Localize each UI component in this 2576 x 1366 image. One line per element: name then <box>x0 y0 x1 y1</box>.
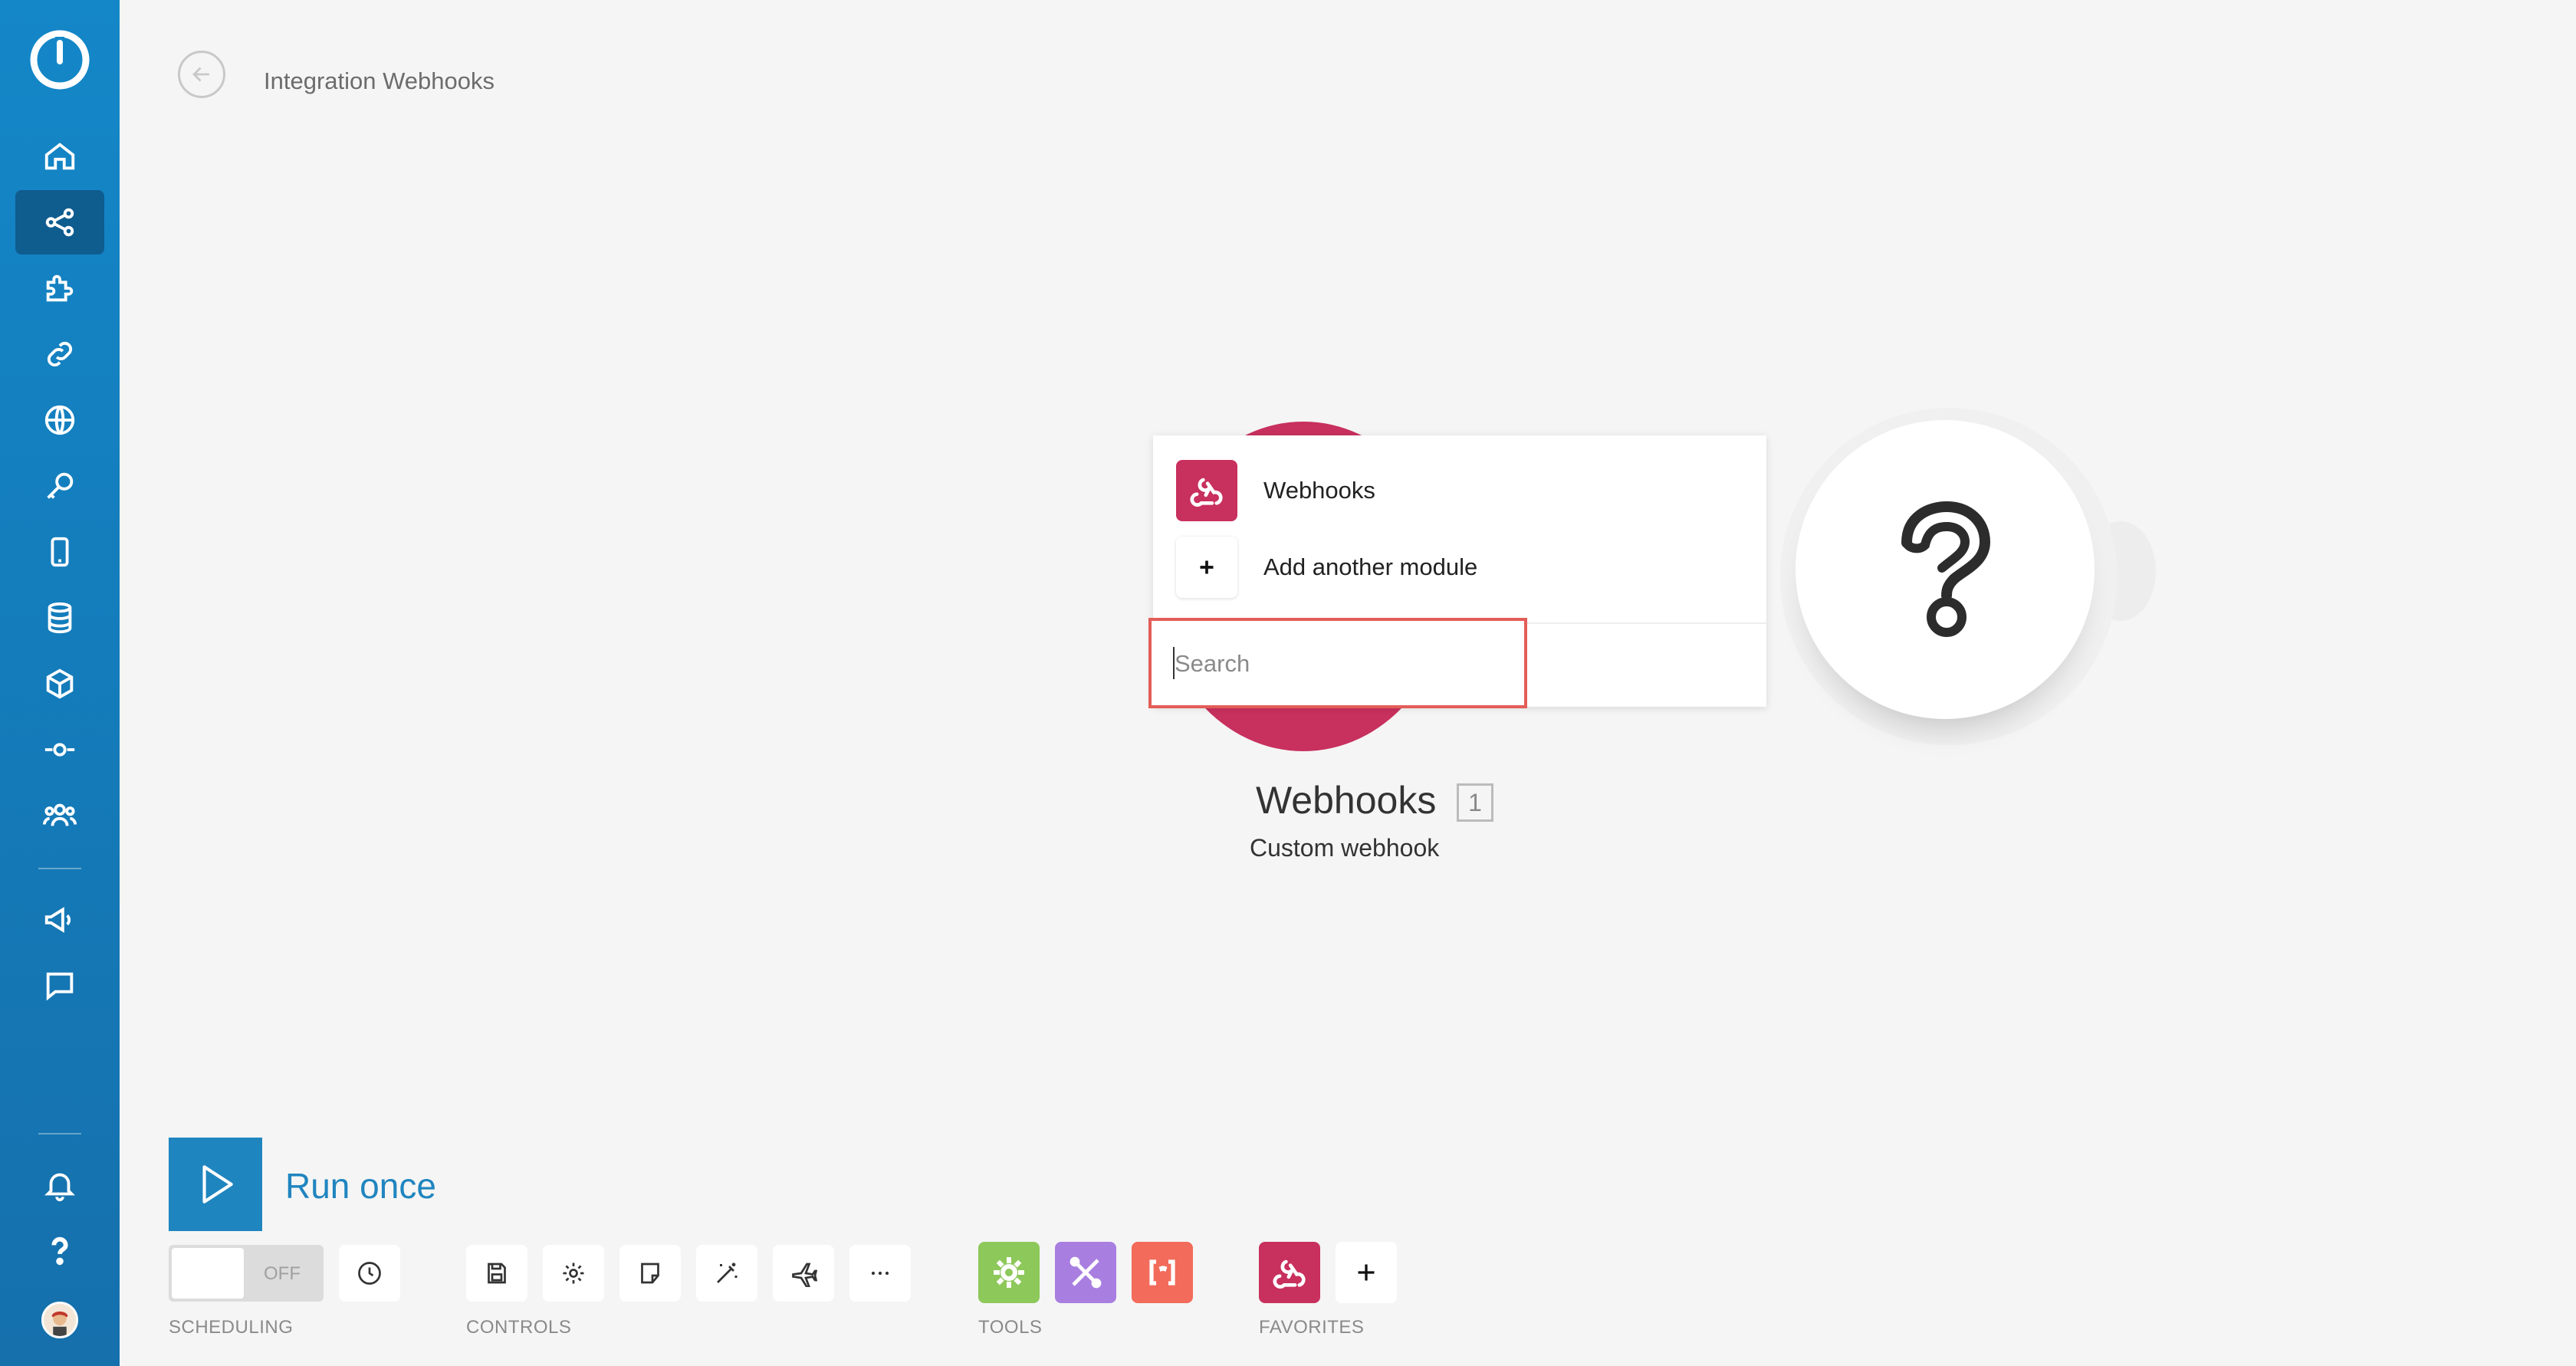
favorites-section-label: FAVORITES <box>1259 1317 1365 1338</box>
play-icon <box>202 1165 233 1203</box>
clock-icon <box>358 1262 381 1285</box>
toggle-state-label: OFF <box>264 1263 301 1284</box>
scheduling-section-label: SCHEDULING <box>169 1317 294 1338</box>
settings-button[interactable] <box>543 1245 604 1302</box>
puzzle-icon[interactable] <box>15 256 104 320</box>
database-icon[interactable] <box>15 586 104 650</box>
globe-icon[interactable] <box>15 388 104 452</box>
sidebar-divider <box>38 868 81 869</box>
gear-icon <box>994 1257 1024 1288</box>
popup-item-add-module[interactable]: Add another module <box>1176 537 1743 598</box>
auto-align-button[interactable] <box>696 1245 757 1302</box>
add-favorite-button[interactable] <box>1336 1242 1397 1303</box>
key-icon[interactable] <box>15 454 104 518</box>
save-button[interactable] <box>466 1245 527 1302</box>
ellipsis-icon <box>871 1271 889 1276</box>
brackets-icon <box>1149 1259 1175 1286</box>
chat-icon[interactable] <box>15 954 104 1018</box>
commit-node-icon[interactable] <box>15 717 104 782</box>
module-name: Webhooks <box>1256 779 1437 822</box>
question-mark-icon <box>1901 501 1991 637</box>
user-avatar[interactable] <box>41 1302 78 1338</box>
favorite-webhooks-button[interactable] <box>1259 1242 1320 1303</box>
sidebar <box>0 0 120 1366</box>
help-icon[interactable] <box>15 1219 104 1283</box>
scenarios-share-icon[interactable] <box>15 190 104 254</box>
cube-icon[interactable] <box>15 652 104 716</box>
tools-wrench-icon <box>1070 1256 1102 1289</box>
toggle-knob <box>172 1248 244 1299</box>
more-options-button[interactable] <box>849 1245 911 1302</box>
plus-icon <box>1176 537 1237 598</box>
make-logo-icon[interactable] <box>29 29 90 90</box>
tools-button[interactable] <box>1055 1242 1116 1303</box>
webhook-icon <box>1176 460 1237 521</box>
popup-item-label: Add another module <box>1263 553 1478 580</box>
mobile-device-icon[interactable] <box>15 520 104 584</box>
text-parser-button[interactable] <box>1132 1242 1193 1303</box>
module-count-badge: 1 <box>1457 783 1493 822</box>
notes-button[interactable] <box>619 1245 681 1302</box>
run-once-label[interactable]: Run once <box>285 1165 436 1207</box>
sidebar-divider <box>38 1133 81 1135</box>
bell-icon[interactable] <box>15 1153 104 1217</box>
scheduling-toggle[interactable]: OFF <box>169 1245 324 1302</box>
text-caret <box>1173 647 1175 679</box>
team-icon[interactable] <box>15 783 104 848</box>
plus-icon <box>1358 1264 1375 1281</box>
save-icon <box>488 1263 506 1284</box>
popup-item-label: Webhooks <box>1263 477 1375 504</box>
note-icon <box>641 1263 659 1284</box>
tools-section-label: TOOLS <box>978 1317 1043 1338</box>
webhook-icon <box>1273 1259 1306 1289</box>
tools-flow-control-button[interactable] <box>978 1242 1040 1303</box>
gear-icon <box>563 1263 584 1284</box>
module-search-box <box>1148 618 1527 708</box>
home-icon[interactable] <box>15 124 104 189</box>
popup-item-webhooks[interactable]: Webhooks <box>1176 460 1743 521</box>
controls-section-label: CONTROLS <box>466 1317 572 1338</box>
back-button[interactable] <box>178 51 225 98</box>
explain-flow-button[interactable] <box>773 1245 834 1302</box>
airplane-icon <box>792 1263 817 1287</box>
megaphone-icon[interactable] <box>15 888 104 952</box>
page-title: Integration Webhooks <box>264 67 495 94</box>
empty-module-placeholder[interactable] <box>1796 420 2095 719</box>
magic-wand-icon <box>717 1263 738 1283</box>
schedule-clock-button[interactable] <box>339 1245 400 1302</box>
run-once-button[interactable] <box>169 1138 262 1231</box>
link-icon[interactable] <box>15 322 104 386</box>
module-subtitle: Custom webhook <box>1250 834 1440 862</box>
module-search-input[interactable] <box>1173 644 1513 684</box>
